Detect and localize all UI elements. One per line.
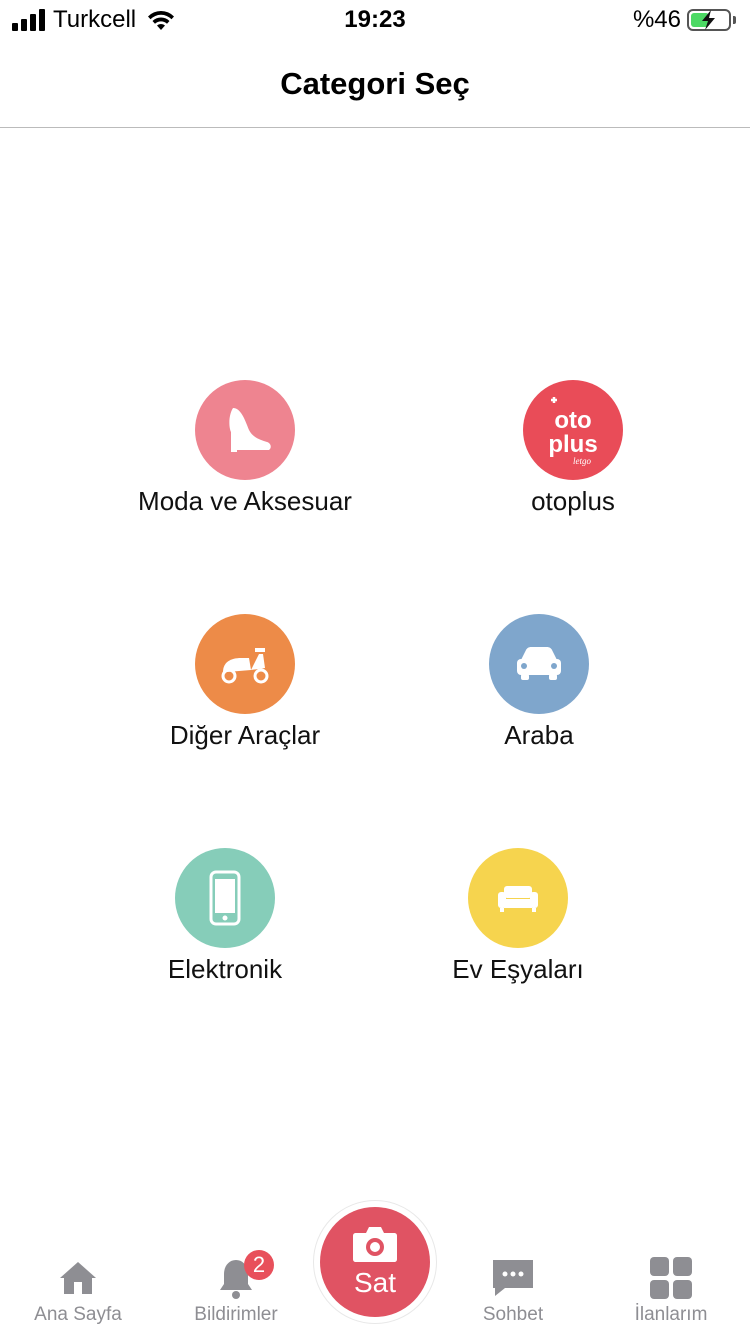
tab-label: Ana Sayfa	[34, 1304, 122, 1325]
category-electronics-circle	[175, 848, 275, 948]
notification-badge: 2	[244, 1250, 274, 1280]
scooter-icon	[221, 648, 269, 684]
svg-text:plus: plus	[548, 431, 597, 458]
category-label: Moda ve Aksesuar	[138, 486, 352, 516]
category-home-goods[interactable]: Ev Eşyaları	[368, 848, 668, 986]
tab-chat[interactable]: Sohbet	[443, 1254, 583, 1326]
page-title: Categori Seç	[280, 66, 470, 101]
chat-bubble-icon	[493, 1260, 533, 1296]
svg-text:letgo: letgo	[573, 456, 591, 466]
battery-percent: %46	[632, 6, 681, 33]
battery-icon	[687, 9, 731, 31]
category-other-vehicles[interactable]: Diğer Araçlar	[95, 614, 395, 752]
category-car-circle	[489, 614, 589, 714]
category-home-goods-circle	[468, 848, 568, 948]
svg-text:oto: oto	[554, 407, 591, 434]
category-label: Araba	[504, 720, 574, 750]
category-label: Elektronik	[167, 954, 283, 984]
status-bar: Turkcell 19:23 %46	[0, 0, 750, 42]
car-icon	[517, 647, 561, 680]
otoplus-logo: oto plus letgo	[548, 397, 598, 466]
tab-notifications[interactable]: 2 Bildirimler	[166, 1250, 306, 1326]
category-otoplus-circle: oto plus letgo	[523, 380, 623, 480]
tab-label: Sohbet	[482, 1304, 544, 1325]
home-icon	[60, 1262, 96, 1294]
category-label: otoplus	[531, 486, 615, 516]
category-otoplus[interactable]: oto plus letgo otoplus	[423, 380, 723, 518]
grid-icon	[650, 1257, 692, 1299]
category-car[interactable]: Araba	[389, 614, 689, 752]
category-label: Diğer Araçlar	[169, 720, 321, 750]
sofa-icon	[498, 886, 538, 912]
high-heel-icon	[229, 408, 271, 452]
category-other-vehicles-circle	[195, 614, 295, 714]
header: Categori Seç	[0, 42, 750, 128]
tab-label: İlanlarım	[634, 1304, 708, 1325]
sell-button[interactable]: Sat	[320, 1207, 430, 1317]
sell-button-ring: Sat	[313, 1200, 437, 1324]
tab-listings[interactable]: İlanlarım	[601, 1254, 741, 1326]
status-right: %46	[633, 6, 736, 34]
category-electronics[interactable]: Elektronik	[75, 848, 375, 986]
camera-icon	[353, 1227, 397, 1262]
category-label: Ev Eşyaları	[452, 954, 584, 984]
battery-tip	[733, 16, 736, 24]
sell-label: Sat	[353, 1267, 397, 1298]
tab-label: Bildirimler	[194, 1304, 278, 1325]
phone-icon	[209, 870, 241, 926]
category-fashion-circle	[195, 380, 295, 480]
category-fashion[interactable]: Moda ve Aksesuar	[95, 380, 395, 518]
tab-home[interactable]: Ana Sayfa	[8, 1254, 148, 1326]
